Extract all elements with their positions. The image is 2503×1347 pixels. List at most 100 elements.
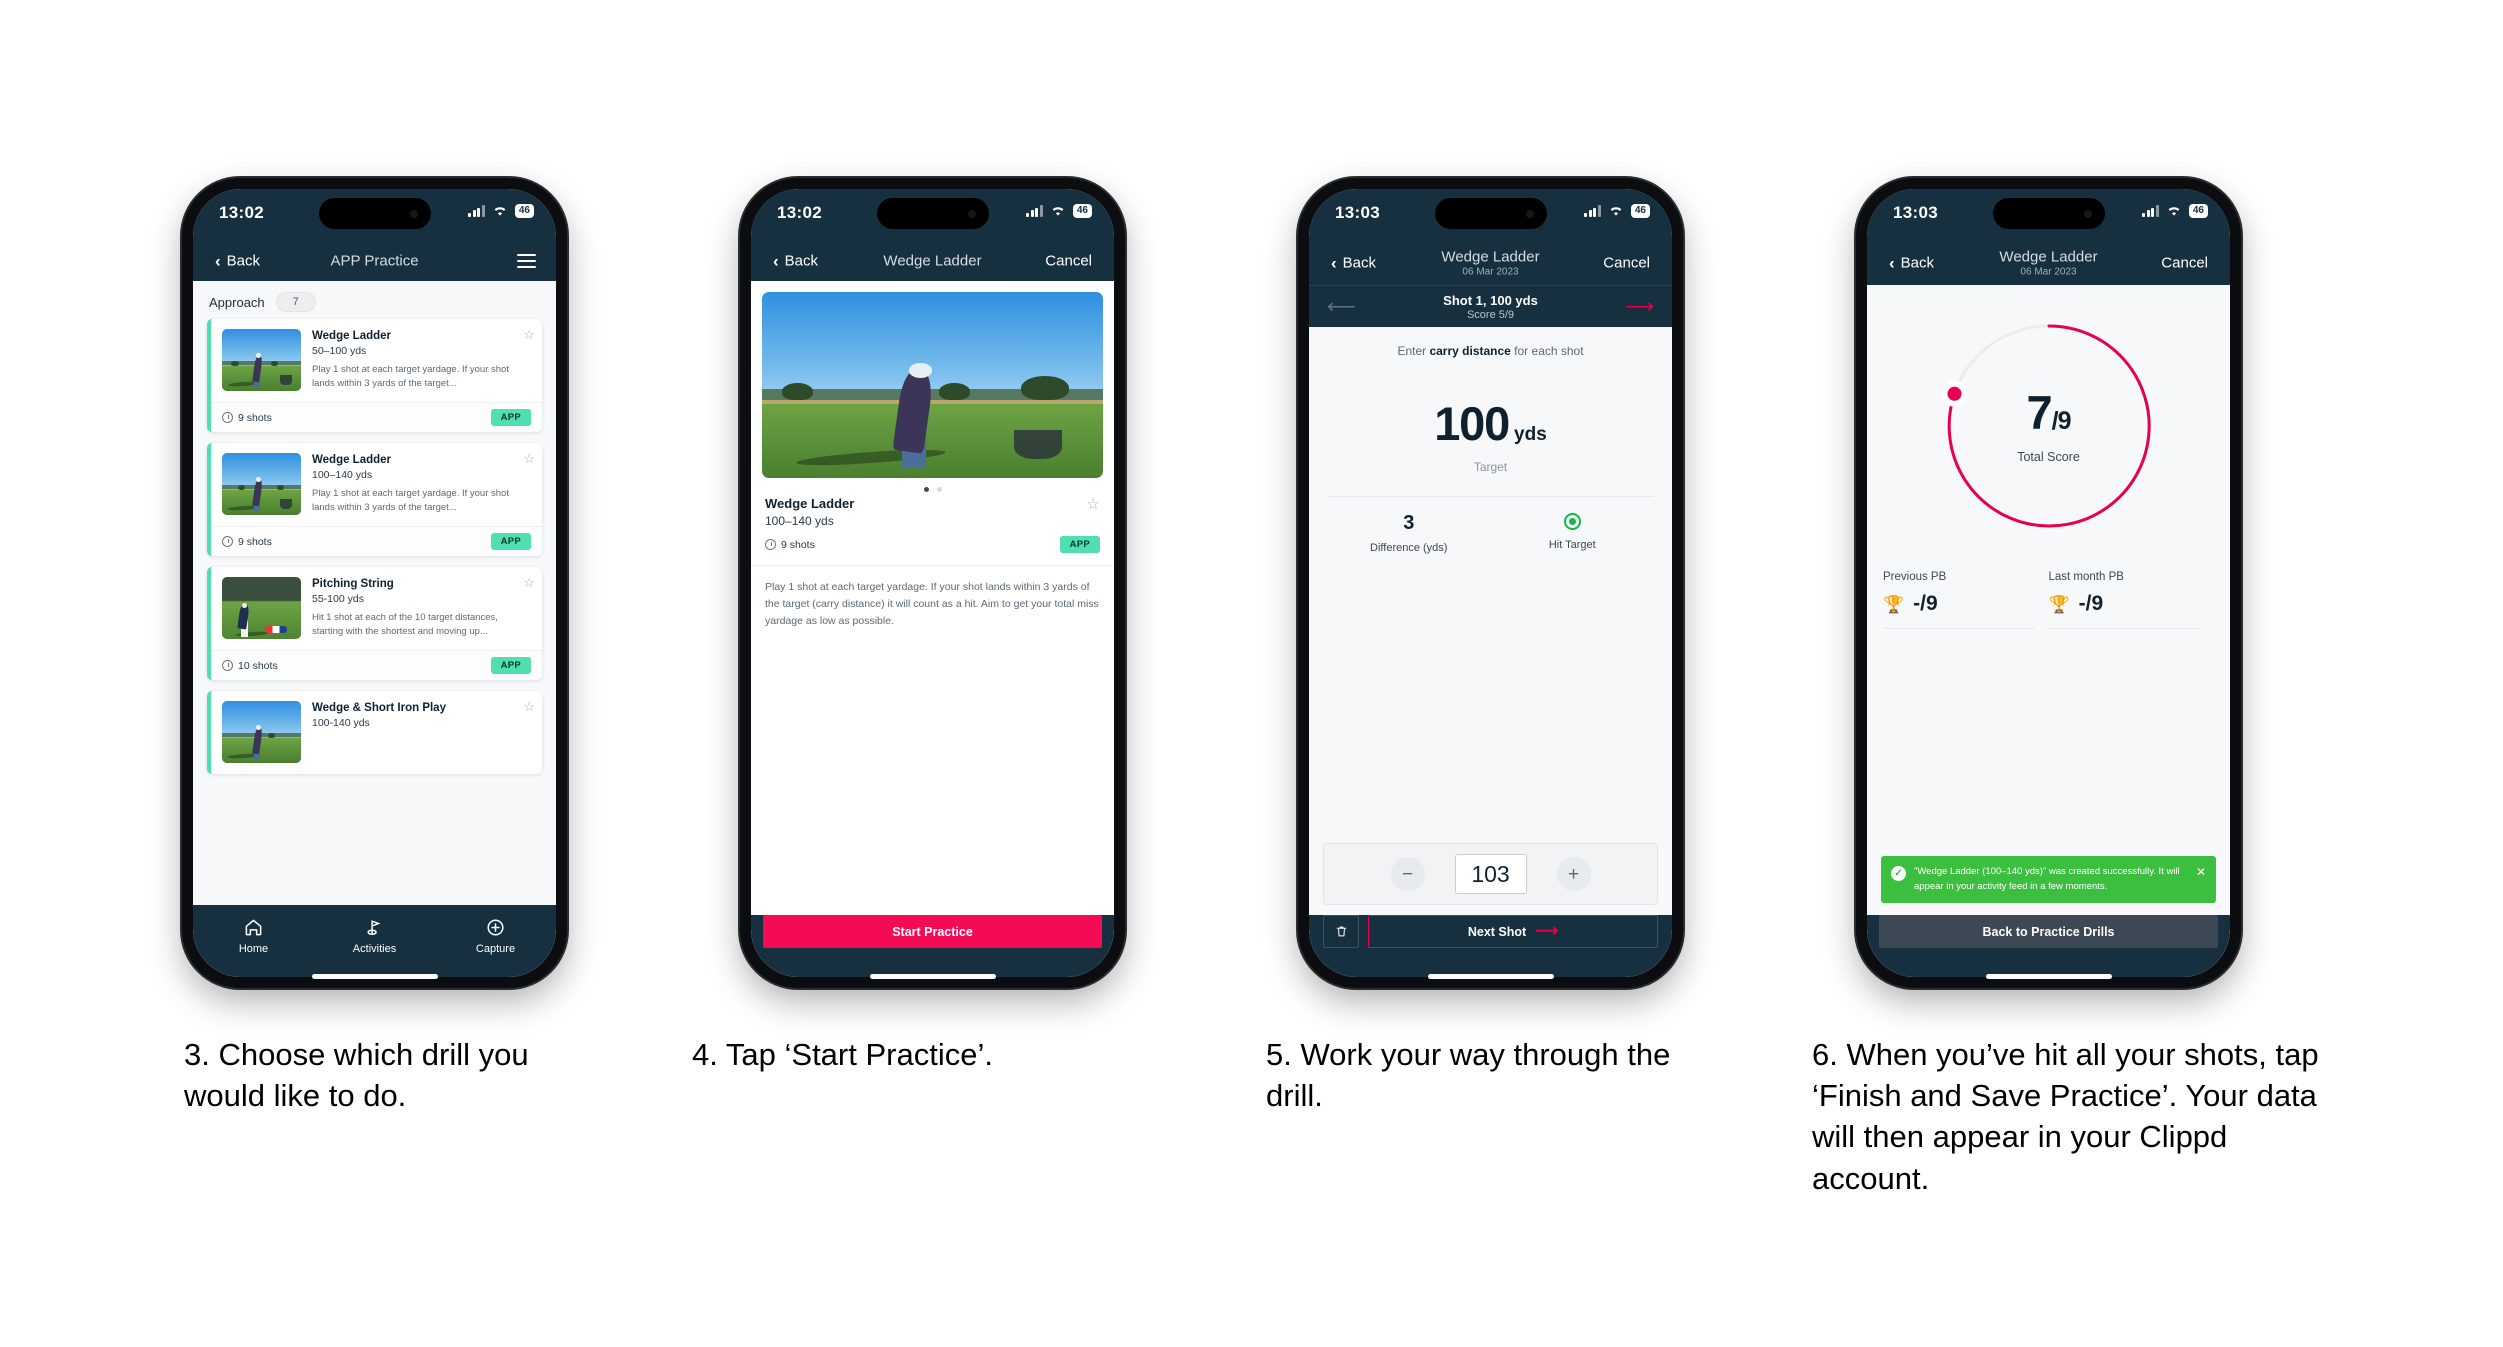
clock-icon	[222, 660, 233, 671]
target-display: 100 yds Target	[1309, 400, 1672, 474]
drill-card-footer: 9 shots APP	[211, 402, 542, 432]
chevron-left-icon: ‹	[1889, 253, 1895, 273]
carousel-dots[interactable]	[751, 478, 1114, 494]
start-practice-footer: Start Practice	[751, 915, 1114, 977]
nav-bar: ‹ Back Wedge Ladder 06 Mar 2023 Cancel	[1867, 241, 2230, 285]
caption-step-6: 6. When you’ve hit all your shots, tap ‘…	[1812, 1037, 2319, 1196]
sidebar-item-activities[interactable]: Activities	[314, 916, 435, 955]
phone-4-screen: 13:03 46 ‹ Back Wedge Ladder 06 Mar 2023…	[1867, 189, 2230, 977]
cancel-button[interactable]: Cancel	[2161, 255, 2208, 272]
drill-card-footer: 9 shots APP	[211, 526, 542, 556]
page-title: Wedge Ladder	[883, 252, 982, 270]
sidebar-item-home[interactable]: Home	[193, 916, 314, 955]
page-title: APP Practice	[330, 252, 419, 270]
sidebar-item-capture[interactable]: Capture	[435, 916, 556, 955]
page-subtitle: 06 Mar 2023	[2020, 266, 2077, 278]
back-button[interactable]: ‹ Back	[1889, 255, 1934, 272]
battery-icon: 46	[514, 204, 534, 218]
start-practice-button[interactable]: Start Practice	[763, 915, 1102, 948]
trash-icon[interactable]	[1323, 915, 1359, 948]
favorite-star-icon[interactable]: ☆	[523, 452, 535, 465]
battery-icon: 46	[2188, 204, 2208, 218]
drill-card[interactable]: ☆ Pitching String 55-100 yds Hit 1 shot …	[207, 567, 542, 680]
increment-button[interactable]: +	[1556, 857, 1591, 891]
drill-card-main: ☆ Wedge Ladder 50–100 yds Play 1 shot at…	[211, 319, 542, 402]
status-time: 13:03	[1893, 203, 1938, 222]
shot-title: Shot 1, 100 yds	[1443, 292, 1538, 308]
drill-meta-row: 9 shots APP	[765, 536, 1100, 553]
shot-entry-body: Enter carry distance for each shot 100 yd…	[1309, 327, 1672, 977]
home-indicator[interactable]	[311, 974, 438, 979]
drill-yardage: 100–140 yds	[765, 514, 834, 528]
cellular-signal-icon	[1026, 204, 1043, 217]
drill-yardage: 100–140 yds	[312, 469, 373, 482]
difference-stat: 3 Difference (yds)	[1327, 513, 1491, 554]
drill-card-footer: 10 shots APP	[211, 650, 542, 680]
back-button[interactable]: ‹ Back	[215, 253, 260, 270]
score-numerator: 7	[2026, 385, 2053, 439]
favorite-star-icon[interactable]: ☆	[523, 576, 535, 589]
next-shot-button[interactable]: Next Shot ⟶	[1368, 915, 1658, 948]
bottom-tab-bar: Home Activities Capture	[193, 905, 556, 977]
carry-distance-stepper: − 103 +	[1323, 843, 1658, 905]
dynamic-island	[1992, 198, 2105, 229]
golf-flag-icon	[314, 916, 435, 938]
shot-navigation-bar: ⟵ Shot 1, 100 yds Score 5/9 ⟶	[1309, 285, 1672, 327]
carry-distance-input[interactable]: 103	[1454, 854, 1527, 894]
arrow-right-icon[interactable]: ⟶	[1625, 297, 1654, 317]
close-icon[interactable]: ✕	[2196, 866, 2206, 878]
last-month-pb: Last month PB 🏆 -/9	[2048, 571, 2215, 629]
drill-description: Play 1 shot at each target yardage. If y…	[312, 488, 509, 514]
cancel-button[interactable]: Cancel	[1603, 255, 1650, 272]
decrement-button[interactable]: −	[1390, 857, 1425, 891]
hamburger-menu-icon[interactable]	[517, 254, 536, 268]
drill-card[interactable]: ☆ Wedge & Short Iron Play 100-140 yds	[207, 691, 542, 774]
next-shot-label: Next Shot	[1467, 924, 1527, 939]
wifi-icon	[494, 206, 506, 216]
shot-info: Shot 1, 100 yds Score 5/9	[1443, 293, 1538, 321]
drill-shots: 10 shots	[222, 660, 278, 672]
home-indicator[interactable]	[869, 974, 996, 979]
arrow-left-icon[interactable]: ⟵	[1327, 297, 1356, 317]
caption-step-3: 3. Choose which drill you would like to …	[184, 1037, 529, 1114]
drill-card[interactable]: ☆ Wedge Ladder 100–140 yds Play 1 shot a…	[207, 443, 542, 556]
back-button[interactable]: ‹ Back	[773, 253, 818, 270]
drill-card[interactable]: ☆ Wedge Ladder 50–100 yds Play 1 shot at…	[207, 319, 542, 432]
favorite-star-icon[interactable]: ☆	[1087, 495, 1100, 513]
drill-list-body: Approach 7 ☆ Wedge Ladder 50–100 yds Pla…	[193, 281, 556, 977]
dynamic-island	[318, 198, 431, 229]
category-filter-row[interactable]: Approach 7	[193, 281, 556, 319]
page-title-text: Wedge Ladder	[1999, 248, 2098, 266]
last-month-pb-value: -/9	[2078, 592, 2104, 615]
category-count-chip: 7	[275, 292, 316, 312]
status-indicators: 46	[1584, 204, 1650, 218]
home-indicator[interactable]	[1427, 974, 1554, 979]
target-caption: Target	[1473, 460, 1508, 474]
drill-shots: 9 shots	[765, 539, 815, 551]
drill-thumbnail	[222, 577, 301, 639]
drill-yardage: 50–100 yds	[312, 345, 367, 358]
drill-tag: APP	[490, 533, 531, 550]
drill-shots-label: 9 shots	[781, 538, 815, 551]
back-label: Back	[226, 252, 261, 270]
favorite-star-icon[interactable]: ☆	[523, 700, 535, 713]
phone-3-screen: 13:03 46 ‹ Back Wedge Ladder 06 Mar 2023…	[1309, 189, 1672, 977]
back-button[interactable]: ‹ Back	[1331, 255, 1376, 272]
drill-title: Wedge Ladder	[312, 330, 392, 342]
home-indicator[interactable]	[1985, 974, 2112, 979]
tab-label: Capture	[475, 943, 516, 955]
caption-step-5: 5. Work your way through the drill.	[1266, 1037, 1671, 1114]
page-title: Wedge Ladder 06 Mar 2023	[1999, 249, 2097, 278]
drill-hero-image	[762, 292, 1103, 478]
personal-best-row: Previous PB 🏆 -/9 Last month PB 🏆 -/9	[1883, 571, 2214, 629]
clock-icon	[765, 539, 776, 550]
cancel-button[interactable]: Cancel	[1045, 253, 1092, 270]
hint-bold: carry distance	[1429, 344, 1511, 358]
favorite-star-icon[interactable]: ☆	[523, 328, 535, 341]
total-score-value: 7/9	[2026, 385, 2072, 439]
shot-footer: Next Shot ⟶	[1309, 915, 1672, 977]
hit-target-indicator	[1563, 513, 1581, 530]
status-time: 13:02	[777, 203, 822, 222]
score-ring: 7/9 Total Score	[1938, 315, 2160, 537]
back-to-practice-drills-button[interactable]: Back to Practice Drills	[1879, 915, 2218, 948]
